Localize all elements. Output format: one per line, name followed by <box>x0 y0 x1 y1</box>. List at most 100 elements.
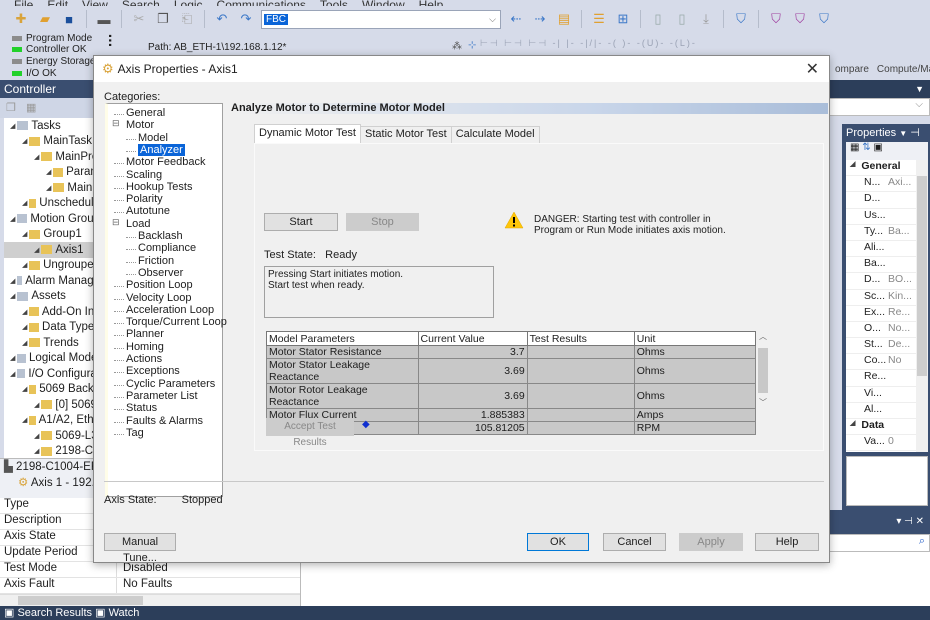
scroll-up-icon[interactable]: ︿ <box>759 331 767 342</box>
categorized-icon[interactable]: ▦ <box>846 142 859 153</box>
tree-item[interactable]: ◢ Data Types <box>4 320 100 336</box>
open-icon[interactable]: ▰ <box>36 10 54 28</box>
tree-item[interactable]: ◢ Tasks <box>4 118 100 134</box>
tree-item[interactable]: ◢ Logical Model <box>4 351 100 367</box>
table-row[interactable]: Motor Rotor Leakage Reactance 3.69 Ohms <box>266 383 757 409</box>
category-item[interactable]: Motor Feedback <box>126 156 205 168</box>
redo-icon[interactable]: ↷ <box>237 10 255 28</box>
print-icon[interactable]: ▬ <box>95 10 113 28</box>
column-header[interactable]: Test Results <box>526 331 635 346</box>
find-in-files-icon[interactable]: ▤ <box>555 10 573 28</box>
expand-icon[interactable]: ◢ <box>34 447 39 455</box>
category-item[interactable]: Load <box>126 218 150 230</box>
category-item[interactable]: Observer <box>138 267 183 279</box>
expand-icon[interactable]: ◢ <box>22 339 27 347</box>
tree-item[interactable]: ◢ Alarm Manage <box>4 273 100 289</box>
category-item[interactable]: Torque/Current Loop <box>126 316 227 328</box>
tree-item[interactable]: ◢ A1/A2, Ethe <box>4 413 100 429</box>
expand-icon[interactable]: ◢ <box>10 354 15 362</box>
property-row[interactable]: Ba... <box>846 257 916 274</box>
tab-compute-math[interactable]: Compute/Matl <box>877 64 930 75</box>
expand-icon[interactable]: ◢ <box>10 292 15 300</box>
copy-icon[interactable]: ❐ <box>154 10 172 28</box>
tab-dynamic-motor-test[interactable]: Dynamic Motor Test <box>254 124 361 143</box>
logical-view-icon[interactable]: ⊞ <box>614 10 632 28</box>
collapse-icon[interactable]: ◢ <box>846 160 855 175</box>
category-item[interactable]: Exceptions <box>126 365 180 377</box>
tab-calculate-model[interactable]: Calculate Model <box>450 126 540 143</box>
category-item[interactable]: Scaling <box>126 169 162 181</box>
find-next-icon[interactable]: ⇢ <box>531 10 549 28</box>
property-row[interactable]: Ali... <box>846 241 916 258</box>
dropdown-icon[interactable]: ▼ <box>899 129 907 138</box>
tree-item[interactable]: ◢ Param <box>4 165 100 181</box>
expand-icon[interactable]: ◢ <box>22 137 27 145</box>
vertical-scrollbar[interactable] <box>916 160 928 452</box>
tree-item[interactable]: ◢ 2198-C1 <box>4 444 100 459</box>
property-row[interactable]: St... De... <box>846 338 916 355</box>
pin-icon[interactable]: ⊣ <box>910 127 920 139</box>
tree-item[interactable]: ◢ Trends <box>4 335 100 351</box>
verify-all-icon[interactable]: ▯ <box>673 10 691 28</box>
tab-compare[interactable]: ompare <box>835 64 869 75</box>
category-item[interactable]: Position Loop <box>126 279 193 291</box>
expand-icon[interactable]: ◢ <box>34 246 39 254</box>
expand-icon[interactable]: ◢ <box>22 230 27 238</box>
expand-icon[interactable]: ◢ <box>46 184 51 192</box>
right-panel-dropdown[interactable]: ⌵ <box>828 98 930 116</box>
property-row[interactable]: Ty... Ba... <box>846 225 916 241</box>
output-search[interactable]: ⌕ <box>828 534 930 552</box>
apply-button[interactable]: Apply <box>679 533 743 551</box>
category-item[interactable]: Polarity <box>126 193 163 205</box>
search-icon[interactable]: ⌕ <box>919 535 925 547</box>
category-item[interactable]: Velocity Loop <box>126 292 191 304</box>
property-row[interactable]: Axis Fault No Faults <box>0 578 300 594</box>
property-row[interactable]: Co... No <box>846 354 916 371</box>
property-row[interactable]: Vi... <box>846 387 916 403</box>
table-row[interactable]: Motor Stator Leakage Reactance 3.69 Ohms <box>266 358 757 384</box>
table-row[interactable]: Motor Stator Resistance 3.7 Ohms <box>266 345 757 359</box>
property-row[interactable]: N... Axi... <box>846 176 916 193</box>
tree-item[interactable]: ◢ MainPro <box>4 149 100 165</box>
horizontal-scrollbar[interactable] <box>0 594 300 606</box>
lock-icon[interactable]: ⛉ <box>767 10 785 28</box>
property-row[interactable]: Re... <box>846 370 916 387</box>
tree-item[interactable]: ◢ Group1 <box>4 227 100 243</box>
column-header[interactable]: Current Value <box>417 331 528 346</box>
expand-icon[interactable]: ◢ <box>34 432 39 440</box>
tree-item[interactable]: ◢ Motion Group <box>4 211 100 227</box>
dialog-titlebar[interactable]: ⚙ Axis Properties - Axis1 ✕ <box>94 56 829 82</box>
expand-icon[interactable]: ◢ <box>22 308 27 316</box>
tab-static-motor-test[interactable]: Static Motor Test <box>360 126 452 143</box>
property-pages-icon[interactable]: ▣ <box>873 142 882 153</box>
category-item[interactable]: General <box>126 107 165 119</box>
category-item[interactable]: Autotune <box>126 205 170 217</box>
category-item[interactable]: Planner <box>126 328 164 340</box>
tree-item[interactable]: ◢ [0] 5069 <box>4 397 100 413</box>
tree-item[interactable]: ◢ I/O Configurat <box>4 366 100 382</box>
stop-button[interactable]: Stop <box>346 213 419 231</box>
property-row[interactable]: D... BO... <box>846 273 916 290</box>
collapse-icon[interactable]: ⊟ <box>112 217 120 228</box>
category-item[interactable]: Model <box>138 132 168 144</box>
category-item[interactable]: Motor <box>126 119 154 131</box>
cancel-button[interactable]: Cancel <box>603 533 666 551</box>
expand-icon[interactable]: ◢ <box>22 416 27 424</box>
search-combobox[interactable]: FBC ⌵ <box>261 9 501 29</box>
category-item[interactable]: Friction <box>138 255 174 267</box>
category-item[interactable]: Homing <box>126 341 164 353</box>
find-previous-icon[interactable]: ⇠ <box>507 10 525 28</box>
organizer-icon[interactable]: ☰ <box>590 10 608 28</box>
property-row[interactable]: Al... <box>846 403 916 419</box>
tree-item[interactable]: ◢ Assets <box>4 289 100 305</box>
collapse-all-icon[interactable]: ❐ <box>6 101 16 114</box>
collapse-icon[interactable]: ◢ <box>846 419 855 434</box>
tab-search-results[interactable]: ▣ Search Results <box>4 607 92 619</box>
tree-item[interactable]: ◢ Add-On Ins <box>4 304 100 320</box>
category-item[interactable]: Hookup Tests <box>126 181 192 193</box>
network-icon[interactable]: ⊹ <box>468 40 476 51</box>
category-item[interactable]: Actions <box>126 353 162 365</box>
tree-item[interactable]: ◢ Unschedule <box>4 196 100 212</box>
category-item[interactable]: Backlash <box>138 230 183 242</box>
download-icon[interactable]: ⤓ <box>697 10 715 28</box>
